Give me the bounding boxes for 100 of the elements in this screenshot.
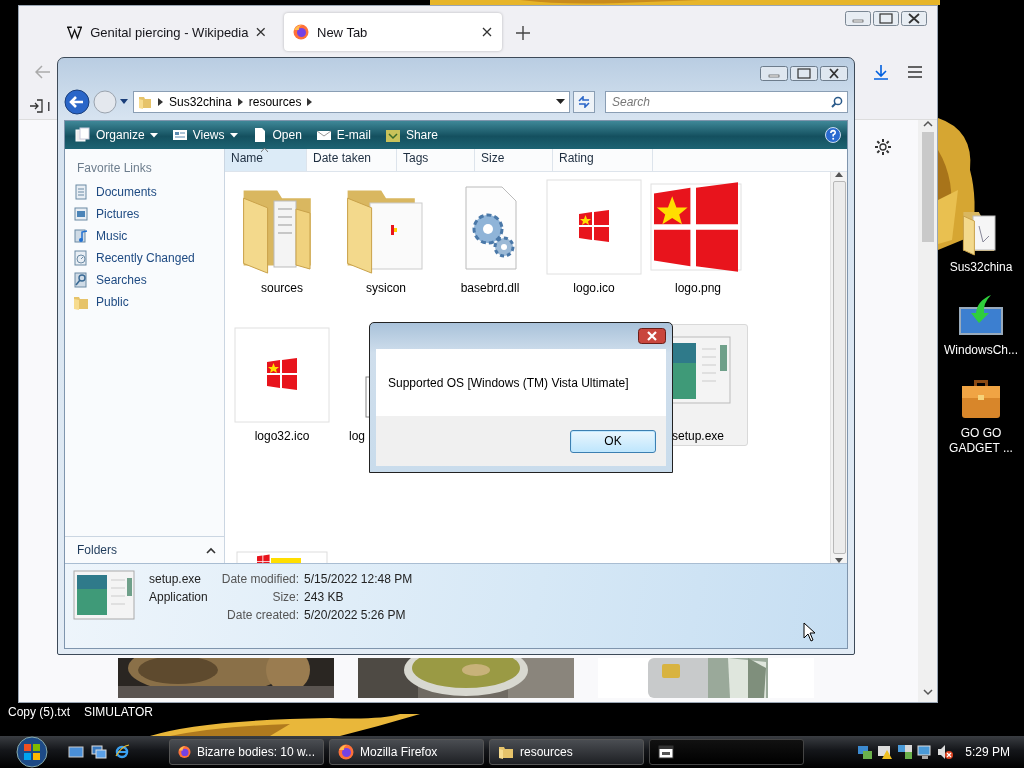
column-header[interactable]: Name [225,149,307,171]
column-header[interactable]: Rating [553,149,653,171]
favorite-link[interactable]: Documents [65,181,224,203]
warning-icon[interactable] [877,744,894,760]
chevron-right-icon [158,98,163,106]
search-field[interactable]: Search [605,91,848,113]
file-item[interactable]: logo.png [648,176,748,298]
column-header[interactable]: Tags [397,149,475,171]
toolbar-button[interactable]: Open [247,125,306,145]
plus-icon[interactable] [516,25,530,40]
w-letter-icon [67,24,83,40]
view-icon [171,127,188,143]
help-icon[interactable] [825,127,841,143]
refresh-arrows-icon [577,96,591,108]
address-bar[interactable]: Sus32china resources [133,91,570,113]
folder-icon [73,294,89,310]
back-button-icon[interactable] [64,89,90,115]
desktop-icon-label[interactable]: Sus32china [949,260,1013,275]
file-item[interactable]: logo32.ico [232,324,332,446]
property-value: 5/15/2022 12:48 PM [304,572,413,586]
monitor-icon[interactable] [917,744,934,760]
favorite-link[interactable]: Recently Changed [65,247,224,269]
music-icon [73,228,89,244]
search-icon[interactable] [831,96,843,108]
share-icon [384,127,401,143]
file-item[interactable]: basebrd.dll [440,176,540,298]
minimize-icon[interactable] [845,11,871,26]
taskbar-button[interactable]: Mozilla Firefox [329,739,484,765]
menu-icon[interactable] [907,65,923,79]
breadcrumb-link[interactable]: Sus32china [169,95,232,109]
windows-flag-icon [234,327,330,423]
settings-icon[interactable] [874,138,892,156]
search-input[interactable]: Search [610,94,831,110]
file-item[interactable]: sources [232,176,332,298]
property-value: 5/20/2022 5:26 PM [304,608,407,622]
minimize-icon[interactable] [760,65,788,81]
windows-flag-icon [546,179,642,275]
clock[interactable]: 5:29 PM [965,745,1010,759]
chevron-right-icon [307,98,313,106]
chevron-up-icon [206,546,216,554]
favorite-link[interactable]: Public [65,291,224,313]
breadcrumb-link[interactable]: resources [248,95,302,109]
firefox-icon [293,24,309,40]
clock-icon [73,250,89,266]
grid-icon[interactable] [897,744,914,760]
taskbar-button[interactable] [649,739,804,765]
caret-icon [229,132,238,138]
favorite-link[interactable]: Music [65,225,224,247]
file-item[interactable]: logo.ico [544,176,644,298]
scroll-down-icon[interactable] [922,688,933,696]
file-item[interactable]: sysicon [336,176,436,298]
close-icon[interactable] [901,11,927,26]
download-icon[interactable] [873,64,889,80]
pages-icon [75,127,91,143]
favorite-link[interactable]: Pictures [65,203,224,225]
magnifier-icon [73,272,89,288]
internet-explorer-icon[interactable] [114,744,130,760]
app-window-icon [73,570,135,620]
desktop-icon-label[interactable]: Copy (5).txt [8,705,70,719]
maximize-icon[interactable] [873,11,899,26]
folder-icon [138,95,152,109]
scroll-up-icon[interactable] [922,120,933,128]
ok-button[interactable]: OK [570,429,656,453]
desktop-icon-label[interactable]: SIMULATOR [84,705,153,719]
scrollbar-thumb[interactable] [832,181,846,554]
toolbar-button[interactable]: Views [167,125,242,145]
dialog-message: Supported OS [Windows (TM) Vista Ultimate] [388,375,629,390]
desktop-icon-label[interactable]: WindowsCh... [944,343,1018,358]
network-icon[interactable] [857,744,874,760]
toolbar-button[interactable]: Organize [71,125,162,145]
import-icon[interactable] [29,99,43,113]
toolbar-button[interactable]: Share [380,125,442,145]
column-header[interactable]: Date taken [307,149,397,171]
property-label: Date created: [226,608,300,622]
bookmark-link[interactable]: I [47,98,51,114]
column-header[interactable]: Size [475,149,553,171]
taskbar-button[interactable]: Bizarre bodies: 10 w... [169,739,324,765]
chevron-right-icon [237,98,243,106]
firefox-icon [338,744,354,760]
dropdown-arrow-icon[interactable] [556,99,565,105]
close-icon[interactable] [256,27,266,37]
scrollbar-thumb[interactable] [921,132,934,242]
muted-speaker-icon[interactable] [937,744,954,760]
property-label: Size: [271,590,300,604]
desktop-icon-label[interactable]: GO GO GADGET ... [939,426,1023,456]
close-icon[interactable] [482,27,492,37]
close-icon[interactable] [820,65,848,81]
folder-icon [498,744,514,760]
dropdown-arrow-icon[interactable] [120,99,128,105]
toolbar-button[interactable]: E-mail [311,125,375,145]
window-switch-icon[interactable] [91,744,107,760]
taskbar-button[interactable]: resources [489,739,644,765]
desktop-icon[interactable] [68,744,84,760]
close-icon[interactable] [638,328,666,344]
refresh-button[interactable] [573,91,595,113]
browser-tab[interactable]: New Tab [284,13,502,51]
browser-tab[interactable]: Genital piercing - Wikipedia [58,13,276,51]
document-icon [73,184,89,200]
favorite-link[interactable]: Searches [65,269,224,291]
property-label: Date modified: [221,572,300,586]
